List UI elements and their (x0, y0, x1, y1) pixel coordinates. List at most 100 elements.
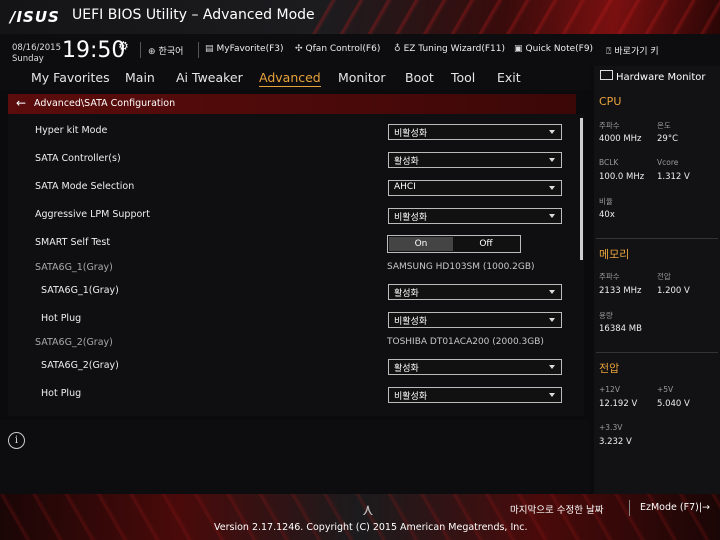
select-value: 활성화 (394, 289, 419, 299)
v12-label: +12V (599, 385, 620, 394)
divider (629, 500, 630, 516)
sata6g1-port-select[interactable]: 활성화 (388, 284, 562, 300)
tab-exit[interactable]: Exit (497, 70, 521, 85)
setting-label: SMART Self Test (35, 237, 111, 248)
divider (198, 42, 199, 58)
clock: 19:50 (62, 38, 126, 63)
divider (140, 42, 141, 58)
select-value: 활성화 (394, 157, 419, 167)
fan-icon: ✣ (295, 44, 303, 54)
dropdown-caret-icon (549, 214, 555, 218)
vcore-value: 1.312 V (657, 172, 690, 182)
tab-tool[interactable]: Tool (451, 70, 475, 85)
breadcrumb-path: Advanced\SATA Configuration (34, 98, 176, 109)
clock-settings-icon[interactable]: ⚙ (118, 39, 129, 53)
hotkeys-label: 바로가기 키 (614, 47, 659, 57)
divider (596, 352, 718, 353)
bclk-value: 100.0 MHz (599, 172, 645, 182)
qfan-button[interactable]: ✣ Qfan Control(F6) (295, 44, 380, 54)
mem-volt-label: 전압 (657, 272, 671, 281)
ezmode-button[interactable]: EzMode (F7)|→ (640, 502, 710, 513)
setting-label: SATA Controller(s) (35, 153, 121, 164)
asus-logo: /ISUS (10, 8, 60, 26)
language-label: 한국어 (158, 47, 184, 57)
setting-label: Hyper kit Mode (35, 125, 108, 136)
dropdown-caret-icon (549, 365, 555, 369)
v12-value: 12.192 V (599, 399, 638, 409)
aggressive-lpm-select[interactable]: 비활성화 (388, 208, 562, 224)
v33-label: +3.3V (599, 423, 623, 432)
setting-label: Aggressive LPM Support (35, 209, 150, 220)
v5-value: 5.040 V (657, 399, 690, 409)
tab-advanced[interactable]: Advanced (259, 70, 321, 87)
scrollbar[interactable] (580, 118, 583, 260)
myfavorite-button[interactable]: ▤ MyFavorite(F3) (205, 44, 284, 54)
v5-label: +5V (657, 385, 674, 394)
monitor-icon (600, 70, 613, 80)
info-icon: i (8, 432, 25, 449)
note-icon: ▣ (514, 44, 523, 54)
dropdown-caret-icon (549, 130, 555, 134)
back-arrow-icon[interactable]: ← (16, 96, 26, 110)
tab-ai-tweaker[interactable]: Ai Tweaker (176, 70, 243, 85)
select-value: AHCI (394, 182, 416, 192)
app-title: UEFI BIOS Utility – Advanced Mode (72, 7, 315, 23)
dropdown-caret-icon (549, 158, 555, 162)
setting-label: Hot Plug (41, 313, 82, 324)
day-text: Sunday (12, 54, 44, 64)
smart-self-test-toggle[interactable]: On Off (387, 235, 521, 253)
rog-emblem-icon: ⋏ (362, 500, 374, 519)
divider (596, 238, 718, 239)
mem-cap: 16384 MB (599, 324, 642, 334)
toggle-off[interactable]: Off (454, 237, 518, 251)
cpu-temp-label: 온도 (657, 121, 671, 130)
footer-decoration (0, 494, 720, 540)
ratio-label: 비율 (599, 197, 613, 206)
sata6g2-port-select[interactable]: 활성화 (388, 359, 562, 375)
vcore-label: Vcore (657, 158, 679, 167)
myfavorite-label: MyFavorite(F3) (216, 44, 284, 54)
ratio-value: 40x (599, 210, 615, 220)
memory-heading: 메모리 (599, 248, 630, 261)
drive-info: TOSHIBA DT01ACA200 (2000.3GB) (387, 337, 544, 347)
hyper-kit-mode-select[interactable]: 비활성화 (388, 124, 562, 140)
select-value: 비활성화 (394, 129, 428, 139)
version-text: Version 2.17.1246. Copyright (C) 2015 Am… (214, 522, 528, 533)
last-modified-button[interactable]: 마지막으로 수정한 날짜 (510, 502, 603, 516)
language-button[interactable]: ⊕ 한국어 (148, 44, 183, 57)
cpu-heading: CPU (599, 95, 622, 108)
mem-volt: 1.200 V (657, 286, 690, 296)
sata-mode-select[interactable]: AHCI (388, 180, 562, 196)
select-value: 활성화 (394, 364, 419, 374)
drive-info: SAMSUNG HD103SM (1000.2GB) (387, 262, 535, 272)
port-label: SATA6G_2(Gray) (35, 337, 113, 348)
ez-tuning-button[interactable]: ♁ EZ Tuning Wizard(F11) (394, 44, 505, 54)
tab-monitor[interactable]: Monitor (338, 70, 386, 85)
hot-plug-2-select[interactable]: 비활성화 (388, 387, 562, 403)
quick-note-button[interactable]: ▣ Quick Note(F9) (514, 44, 593, 54)
select-value: 비활성화 (394, 392, 428, 402)
setting-label: Hot Plug (41, 388, 82, 399)
port-label: SATA6G_1(Gray) (35, 262, 113, 273)
dropdown-caret-icon (549, 318, 555, 322)
tab-my-favorites[interactable]: My Favorites (31, 70, 110, 85)
bulb-icon: ♁ (394, 44, 401, 54)
dropdown-caret-icon (549, 393, 555, 397)
globe-icon: ⊕ (148, 47, 156, 57)
bclk-label: BCLK (599, 158, 619, 167)
setting-label: SATA6G_1(Gray) (41, 285, 119, 296)
mem-cap-label: 용량 (599, 311, 613, 320)
cpu-temp: 29°C (657, 134, 679, 144)
date-display: 08/16/2015 Sunday (12, 43, 61, 65)
ez-tuning-label: EZ Tuning Wizard(F11) (403, 44, 505, 54)
select-value: 비활성화 (394, 317, 428, 327)
dropdown-caret-icon (549, 290, 555, 294)
toggle-on[interactable]: On (389, 237, 453, 251)
cpu-freq-label: 주파수 (599, 121, 620, 130)
hotkeys-button[interactable]: ⍰ 바로가기 키 (606, 44, 659, 57)
hot-plug-1-select[interactable]: 비활성화 (388, 312, 562, 328)
tab-main[interactable]: Main (125, 70, 155, 85)
favorite-icon: ▤ (205, 44, 214, 54)
sata-controller-select[interactable]: 활성화 (388, 152, 562, 168)
tab-boot[interactable]: Boot (405, 70, 434, 85)
